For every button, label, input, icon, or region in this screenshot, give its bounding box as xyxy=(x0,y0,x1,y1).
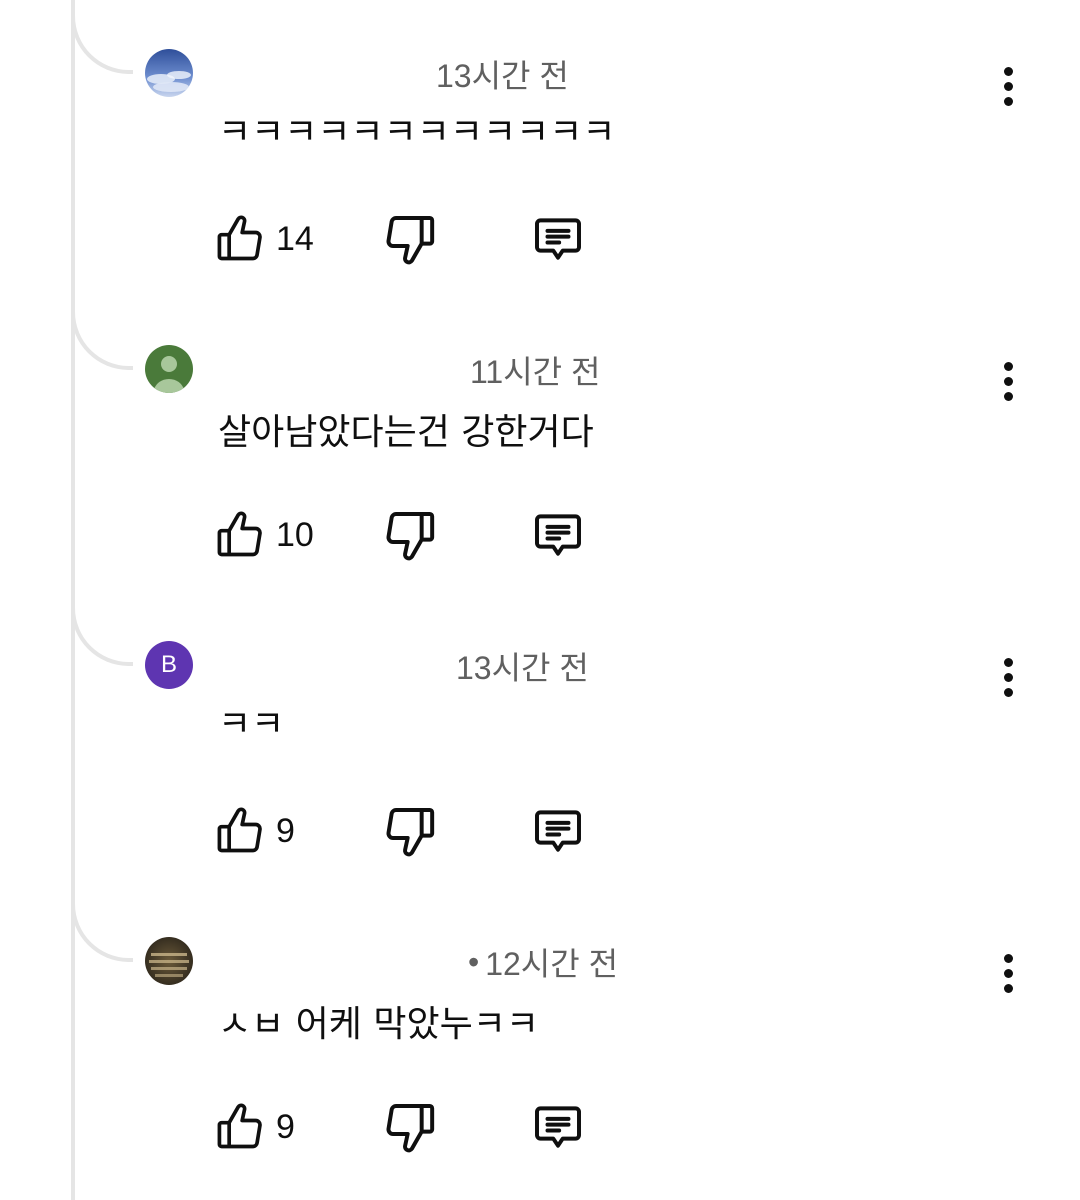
thumbs-up-icon xyxy=(217,807,262,853)
author-name[interactable] xyxy=(218,353,470,387)
comment-actions: 9 xyxy=(214,1097,634,1157)
like-count: 9 xyxy=(276,811,295,850)
more-vertical-icon xyxy=(1003,66,1013,76)
comment-actions: 14 xyxy=(214,209,634,269)
meta-separator: • xyxy=(468,943,480,980)
default-person-icon xyxy=(153,356,185,393)
thread-connector xyxy=(71,296,133,370)
more-vertical-icon xyxy=(1003,672,1013,682)
comment-time: 11시간 전 xyxy=(470,354,601,390)
avatar-letter: B xyxy=(160,651,177,678)
thumbs-up-icon xyxy=(217,511,262,557)
comment-time: 13시간 전 xyxy=(436,58,569,94)
more-vertical-icon xyxy=(1003,376,1013,386)
avatar[interactable]: B xyxy=(145,641,193,689)
comment-meta: 13시간 전 xyxy=(218,644,818,688)
avatar[interactable] xyxy=(145,345,193,393)
more-vertical-icon xyxy=(1003,361,1013,371)
reply-button[interactable] xyxy=(530,209,586,273)
comment-reply-icon xyxy=(535,514,581,556)
more-vertical-icon xyxy=(1003,968,1013,978)
thumbs-up-icon xyxy=(217,215,262,261)
reply-button[interactable] xyxy=(530,1097,586,1161)
author-name[interactable] xyxy=(218,649,456,683)
like-count: 14 xyxy=(276,219,314,258)
avatar[interactable] xyxy=(145,937,193,985)
thumbs-down-icon xyxy=(386,216,435,265)
more-vertical-icon xyxy=(1003,96,1013,106)
thumbs-down-icon xyxy=(386,1104,435,1153)
dislike-button[interactable] xyxy=(382,505,438,569)
author-name[interactable] xyxy=(218,945,466,979)
comment-text: ㅋㅋㅋㅋㅋㅋㅋㅋㅋㅋㅋㅋ xyxy=(218,112,616,153)
more-vertical-icon xyxy=(1003,81,1013,91)
avatar[interactable] xyxy=(145,49,193,97)
more-options-button[interactable] xyxy=(988,945,1028,1001)
comment-actions: 9 xyxy=(214,801,634,861)
more-options-button[interactable] xyxy=(988,353,1028,409)
author-name[interactable] xyxy=(218,57,436,91)
more-vertical-icon xyxy=(1003,953,1013,963)
comment-meta: 13시간 전 xyxy=(218,52,818,96)
like-button[interactable]: 9 xyxy=(214,801,295,861)
comment-meta: 11시간 전 xyxy=(218,348,818,392)
like-count: 9 xyxy=(276,1107,295,1146)
thread-connector xyxy=(71,0,133,74)
thread-connector xyxy=(71,592,133,666)
comment-time: 12시간 전 xyxy=(485,946,619,982)
comment-item: 11시간 전 살아남았다는건 강한거다 10 xyxy=(0,296,1080,592)
comment-actions: 10 xyxy=(214,505,634,565)
reply-button[interactable] xyxy=(530,801,586,865)
comment-meta: • 12시간 전 xyxy=(218,940,818,984)
more-vertical-icon xyxy=(1003,983,1013,993)
comment-item: 13시간 전 ㅋㅋㅋㅋㅋㅋㅋㅋㅋㅋㅋㅋ 14 xyxy=(0,0,1080,296)
thumbs-down-icon xyxy=(386,512,435,561)
comment-reply-icon xyxy=(535,218,581,260)
dislike-button[interactable] xyxy=(382,1097,438,1161)
dislike-button[interactable] xyxy=(382,209,438,273)
avatar-image xyxy=(145,937,193,985)
comment-text: ㅋㅋ xyxy=(218,704,285,745)
more-options-button[interactable] xyxy=(988,58,1028,114)
comment-item: B 13시간 전 ㅋㅋ 9 xyxy=(0,592,1080,888)
thumbs-down-icon xyxy=(386,808,435,857)
more-options-button[interactable] xyxy=(988,649,1028,705)
like-count: 10 xyxy=(276,515,314,554)
like-button[interactable]: 14 xyxy=(214,209,314,269)
avatar-image xyxy=(145,49,193,97)
comment-time: 13시간 전 xyxy=(456,650,589,686)
like-button[interactable]: 9 xyxy=(214,1097,295,1157)
comment-text: ㅅㅂ 어케 막았누ㅋㅋ xyxy=(218,1004,539,1045)
more-vertical-icon xyxy=(1003,657,1013,667)
thread-connector xyxy=(71,888,133,962)
like-button[interactable]: 10 xyxy=(214,505,314,565)
dislike-button[interactable] xyxy=(382,801,438,865)
comment-reply-icon xyxy=(535,1106,581,1148)
comment-text: 살아남았다는건 강한거다 xyxy=(218,412,594,453)
thumbs-up-icon xyxy=(217,1103,262,1149)
reply-button[interactable] xyxy=(530,505,586,569)
more-vertical-icon xyxy=(1003,687,1013,697)
comment-item: • 12시간 전 ㅅㅂ 어케 막았누ㅋㅋ 9 xyxy=(0,888,1080,1184)
comment-reply-icon xyxy=(535,810,581,852)
more-vertical-icon xyxy=(1003,391,1013,401)
